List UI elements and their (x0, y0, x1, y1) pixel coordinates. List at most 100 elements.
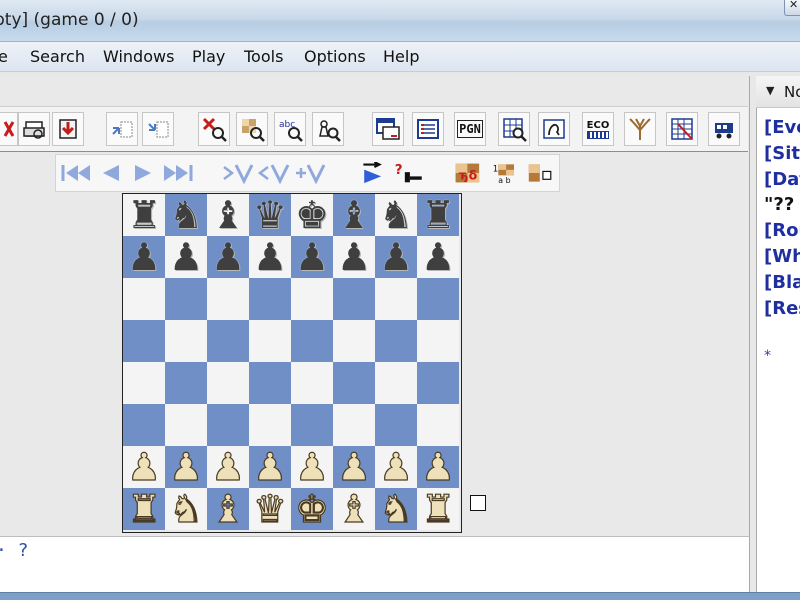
board-square[interactable] (375, 278, 417, 320)
go-to-start-button[interactable] (60, 160, 92, 186)
board-square[interactable] (333, 278, 375, 320)
board-square[interactable] (375, 404, 417, 446)
board-square[interactable]: ♛ (249, 488, 291, 530)
white-pawn-icon[interactable]: ♟ (294, 446, 329, 487)
board-square[interactable]: ♜ (123, 488, 165, 530)
enter-variation-button[interactable] (222, 160, 256, 186)
board-square[interactable]: ♞ (165, 488, 207, 530)
previous-game-button[interactable] (106, 112, 138, 146)
white-rook-icon[interactable]: ♜ (126, 488, 161, 529)
board-square[interactable]: ♟ (249, 446, 291, 488)
forward-button[interactable] (130, 160, 158, 186)
go-to-end-button[interactable] (162, 160, 194, 186)
board-square[interactable] (417, 362, 459, 404)
board-square[interactable] (165, 362, 207, 404)
black-pawn-icon[interactable]: ♟ (337, 237, 371, 277)
board-square[interactable] (123, 404, 165, 446)
menu-tools[interactable]: Tools (244, 47, 283, 66)
black-pawn-icon[interactable]: ♟ (379, 237, 413, 277)
flip-board-button[interactable]: ꚋδ (450, 160, 484, 186)
menu-help[interactable]: Help (383, 47, 419, 66)
board-search-button[interactable] (236, 112, 268, 146)
delete-game-button[interactable] (0, 112, 18, 146)
board-square[interactable] (249, 362, 291, 404)
board-square[interactable]: ♟ (375, 236, 417, 278)
white-pawn-icon[interactable]: ♟ (210, 446, 245, 487)
board-square[interactable] (249, 320, 291, 362)
black-bishop-icon[interactable]: ♝ (337, 195, 371, 235)
black-knight-icon[interactable]: ♞ (379, 195, 413, 235)
black-queen-icon[interactable]: ♛ (253, 195, 287, 235)
chess-board[interactable]: ♜ ♞ ♝ ♛ ♚ ♝ ♞ ♜ ♟ ♟ ♟ ♟ ♟ ♟ ♟ ♟ ♟ ♟ ♟ ♟ ♟ ♟ ♟ ♟ ♜ ♞ ♝ ♛ ♚ ♝ ♞ ♜ (122, 193, 462, 533)
board-square[interactable] (291, 404, 333, 446)
menu-file[interactable]: e (0, 47, 8, 66)
board-square[interactable] (123, 362, 165, 404)
board-square[interactable]: ♝ (333, 488, 375, 530)
board-square[interactable] (417, 320, 459, 362)
white-pawn-icon[interactable]: ♟ (336, 446, 371, 487)
board-square[interactable]: ♞ (375, 488, 417, 530)
board-square[interactable] (165, 278, 207, 320)
board-square[interactable]: ♟ (207, 446, 249, 488)
print-button[interactable] (18, 112, 50, 146)
white-pawn-icon[interactable]: ♟ (378, 446, 413, 487)
black-pawn-icon[interactable]: ♟ (421, 237, 455, 277)
board-square[interactable] (207, 278, 249, 320)
board-square[interactable]: ♝ (207, 488, 249, 530)
add-variation-button[interactable] (294, 160, 328, 186)
board-square[interactable]: ♟ (291, 236, 333, 278)
pgn-window-button[interactable]: PGN (454, 112, 486, 146)
white-pawn-icon[interactable]: ♟ (420, 446, 455, 487)
board-square[interactable] (165, 404, 207, 446)
reset-search-button[interactable] (198, 112, 230, 146)
board-square[interactable] (291, 320, 333, 362)
board-square[interactable] (333, 404, 375, 446)
coordinates-button[interactable]: 1a b (488, 160, 522, 186)
board-square[interactable] (249, 278, 291, 320)
board-square[interactable] (375, 320, 417, 362)
board-square[interactable]: ♟ (123, 236, 165, 278)
black-pawn-icon[interactable]: ♟ (127, 237, 161, 277)
white-king-icon[interactable]: ♚ (294, 488, 329, 529)
header-search-button[interactable]: abc (274, 112, 306, 146)
board-square[interactable] (417, 404, 459, 446)
black-pawn-icon[interactable]: ♟ (169, 237, 203, 277)
save-game-button[interactable] (52, 112, 84, 146)
comment-area[interactable] (0, 536, 750, 592)
board-square[interactable] (249, 404, 291, 446)
black-rook-icon[interactable]: ♜ (421, 195, 455, 235)
black-rook-icon[interactable]: ♜ (127, 195, 161, 235)
board-square[interactable]: ♞ (375, 194, 417, 236)
board-square[interactable] (123, 278, 165, 320)
engine-button[interactable] (708, 112, 740, 146)
white-knight-icon[interactable]: ♞ (378, 488, 413, 529)
black-pawn-icon[interactable]: ♟ (295, 237, 329, 277)
white-pawn-icon[interactable]: ♟ (252, 446, 287, 487)
next-game-button[interactable] (142, 112, 174, 146)
menu-windows[interactable]: Windows (103, 47, 174, 66)
board-square[interactable]: ♟ (375, 446, 417, 488)
black-king-icon[interactable]: ♚ (295, 195, 329, 235)
board-square[interactable] (291, 278, 333, 320)
white-rook-icon[interactable]: ♜ (420, 488, 455, 529)
white-bishop-icon[interactable]: ♝ (210, 488, 245, 529)
board-square[interactable]: ♜ (123, 194, 165, 236)
toggle-material-button[interactable] (524, 160, 558, 186)
white-bishop-icon[interactable]: ♝ (336, 488, 371, 529)
board-square[interactable]: ♟ (333, 446, 375, 488)
board-square[interactable]: ♟ (333, 236, 375, 278)
back-button[interactable] (96, 160, 124, 186)
switcher-button[interactable] (372, 112, 404, 146)
board-square[interactable]: ♚ (291, 194, 333, 236)
menu-play[interactable]: Play (192, 47, 225, 66)
board-square[interactable]: ♜ (417, 194, 459, 236)
black-pawn-icon[interactable]: ♟ (253, 237, 287, 277)
menu-search[interactable]: Search (30, 47, 85, 66)
eco-browser-button[interactable]: ECO (582, 112, 614, 146)
board-square[interactable] (207, 362, 249, 404)
board-square[interactable] (417, 278, 459, 320)
board-square[interactable]: ♞ (165, 194, 207, 236)
menu-options[interactable]: Options (304, 47, 366, 66)
board-square[interactable] (291, 362, 333, 404)
trial-mode-button[interactable]: ? (390, 160, 426, 186)
